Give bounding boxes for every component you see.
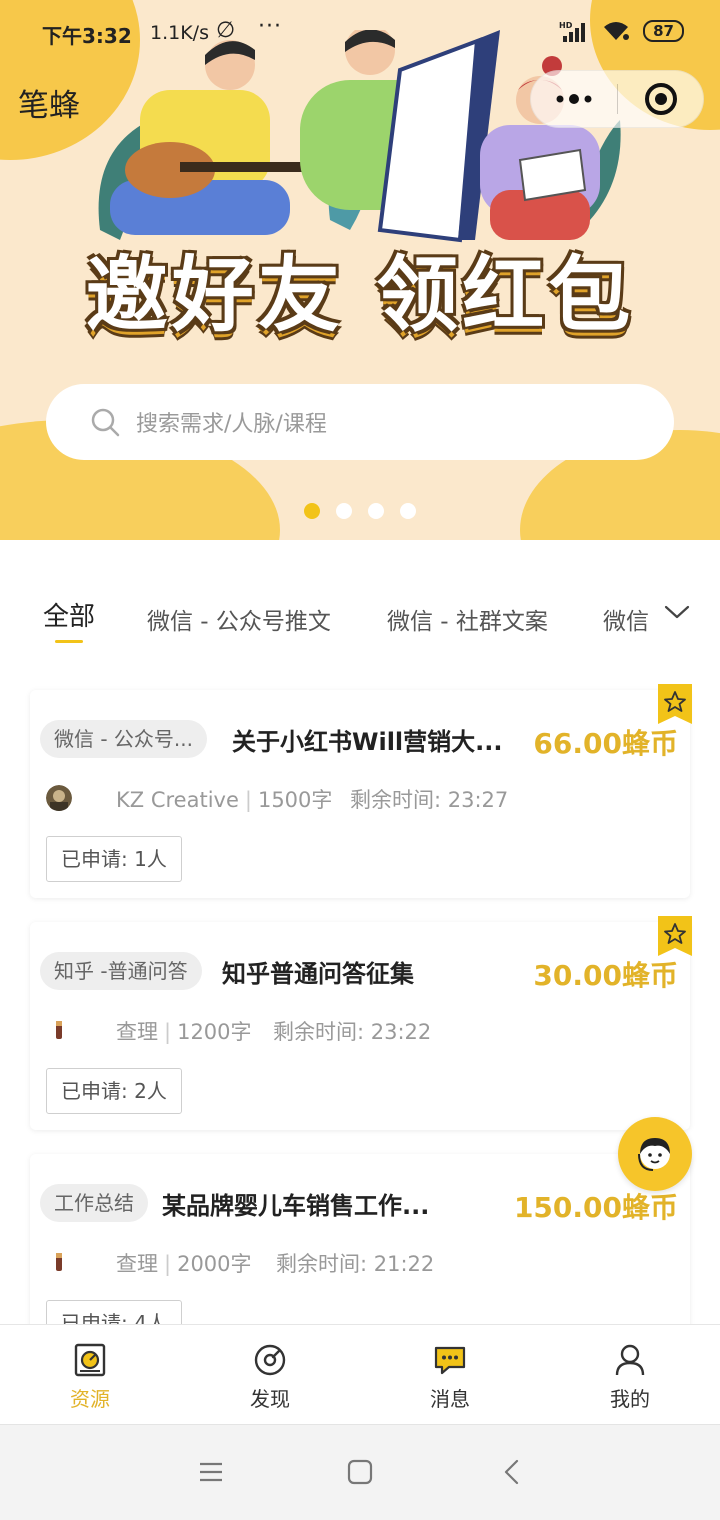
star-badge-icon <box>658 916 692 956</box>
system-navigation-bar <box>0 1424 720 1520</box>
author-name: 查理 <box>116 1020 158 1044</box>
menu-icon[interactable] <box>198 1459 224 1485</box>
tabbar-item-profile[interactable]: 我的 <box>540 1325 720 1424</box>
mini-program-capsule <box>530 70 704 128</box>
task-title: 知乎普通问答征集 <box>222 960 414 988</box>
more-dots-icon <box>556 94 592 104</box>
category-tabs: 全部 微信 - 公众号推文 微信 - 社群文案 微信 <box>0 596 720 646</box>
tabbar-item-resources[interactable]: 资源 <box>0 1325 180 1424</box>
close-mini-program-button[interactable] <box>618 71 703 127</box>
carousel-dot[interactable] <box>400 503 416 519</box>
task-meta: 查理 | 2000字 <box>116 1252 252 1276</box>
word-count: 1500字 <box>257 788 333 812</box>
category-tag: 知乎 -普通问答 <box>40 952 202 990</box>
battery-indicator: 87 <box>643 20 684 42</box>
mute-icon: ∅ <box>216 18 236 43</box>
tabbar-item-discover[interactable]: 发现 <box>180 1325 360 1424</box>
status-bar: 下午3:32 1.1K/s ∅ ··· HD 87 <box>0 0 720 68</box>
task-card[interactable]: 工作总结 某品牌婴儿车销售工作... 150.00蜂币 查理 | 2000字 剩余时… <box>30 1154 690 1324</box>
signal-icon: HD <box>559 21 586 42</box>
task-price: 150.00蜂币 <box>513 1191 678 1224</box>
search-bar[interactable]: 搜索需求/人脉/课程 <box>46 384 674 460</box>
carousel-dot[interactable] <box>336 503 352 519</box>
star-badge-icon <box>658 684 692 724</box>
search-placeholder: 搜索需求/人脉/课程 <box>136 412 327 437</box>
message-icon <box>434 1346 466 1375</box>
customer-service-button[interactable] <box>618 1117 692 1191</box>
carousel-dot[interactable] <box>368 503 384 519</box>
network-speed: 1.1K/s <box>150 22 209 44</box>
applied-count: 已申请: 1人 <box>46 836 182 882</box>
home-icon[interactable] <box>347 1459 373 1485</box>
applied-count: 已申请: 4人 <box>46 1300 182 1324</box>
page-title: 笔蜂 <box>18 88 80 124</box>
discover-icon <box>254 1344 286 1376</box>
remaining-time: 剩余时间: 23:27 <box>350 788 509 812</box>
search-icon <box>91 408 120 437</box>
applied-count: 已申请: 2人 <box>46 1068 182 1114</box>
category-tag: 工作总结 <box>40 1184 148 1222</box>
status-time: 下午3:32 <box>42 24 132 48</box>
tab-all[interactable]: 全部 <box>43 596 95 633</box>
author-name: 查理 <box>116 1252 158 1276</box>
carousel-indicator <box>0 503 720 519</box>
task-title: 某品牌婴儿车销售工作... <box>162 1192 430 1220</box>
banner[interactable]: 下午3:32 1.1K/s ∅ ··· HD 87 笔蜂 邀好友 领红包 搜索需… <box>0 0 720 540</box>
task-meta: 查理 | 1200字 <box>116 1020 252 1044</box>
tabbar-item-messages[interactable]: 消息 <box>360 1325 540 1424</box>
tab-wechat-community[interactable]: 微信 - 社群文案 <box>387 602 548 636</box>
avatar <box>46 1249 72 1275</box>
tabbar-label: 消息 <box>430 1387 470 1411</box>
main-content: 全部 微信 - 公众号推文 微信 - 社群文案 微信 微信 - 公众号... 关… <box>0 540 720 1324</box>
remaining-time: 剩余时间: 23:22 <box>273 1020 432 1044</box>
author-name: KZ Creative <box>116 788 239 812</box>
task-meta: KZ Creative | 1500字 <box>116 788 333 812</box>
bottom-tab-bar: 资源 发现 消息 我的 <box>0 1324 720 1424</box>
tabbar-label: 我的 <box>610 1387 650 1411</box>
tab-wechat-article[interactable]: 微信 - 公众号推文 <box>147 602 331 636</box>
more-button[interactable] <box>531 71 617 127</box>
carousel-dot[interactable] <box>304 503 320 519</box>
task-card[interactable]: 微信 - 公众号... 关于小红书Will营销大... 66.00蜂币 KZ C… <box>30 684 692 898</box>
more-notifications-icon: ··· <box>258 14 282 39</box>
task-price: 30.00蜂币 <box>533 959 678 992</box>
back-icon[interactable] <box>500 1459 526 1485</box>
customer-service-icon <box>638 1138 670 1171</box>
resource-icon <box>74 1343 106 1377</box>
tab-wechat[interactable]: 微信 <box>603 602 649 636</box>
avatar <box>46 785 72 811</box>
target-icon <box>644 83 677 115</box>
remaining-time: 剩余时间: 21:22 <box>276 1252 435 1276</box>
active-tab-indicator <box>55 640 83 643</box>
wifi-icon <box>604 22 630 40</box>
task-price: 66.00蜂币 <box>533 727 678 760</box>
tabbar-label: 发现 <box>250 1387 290 1411</box>
category-tag: 微信 - 公众号... <box>40 720 208 758</box>
profile-icon <box>615 1344 645 1376</box>
svg-text:HD: HD <box>559 21 573 30</box>
task-card[interactable]: 知乎 -普通问答 知乎普通问答征集 30.00蜂币 查理 | 1200字 剩余时间:… <box>30 916 692 1130</box>
tabbar-label: 资源 <box>70 1387 110 1411</box>
word-count: 1200字 <box>177 1020 252 1044</box>
word-count: 2000字 <box>177 1252 252 1276</box>
banner-headline: 邀好友 领红包 <box>85 248 635 343</box>
avatar <box>46 1017 72 1043</box>
task-title: 关于小红书Will营销大... <box>232 728 503 756</box>
chevron-down-icon[interactable] <box>664 604 690 620</box>
